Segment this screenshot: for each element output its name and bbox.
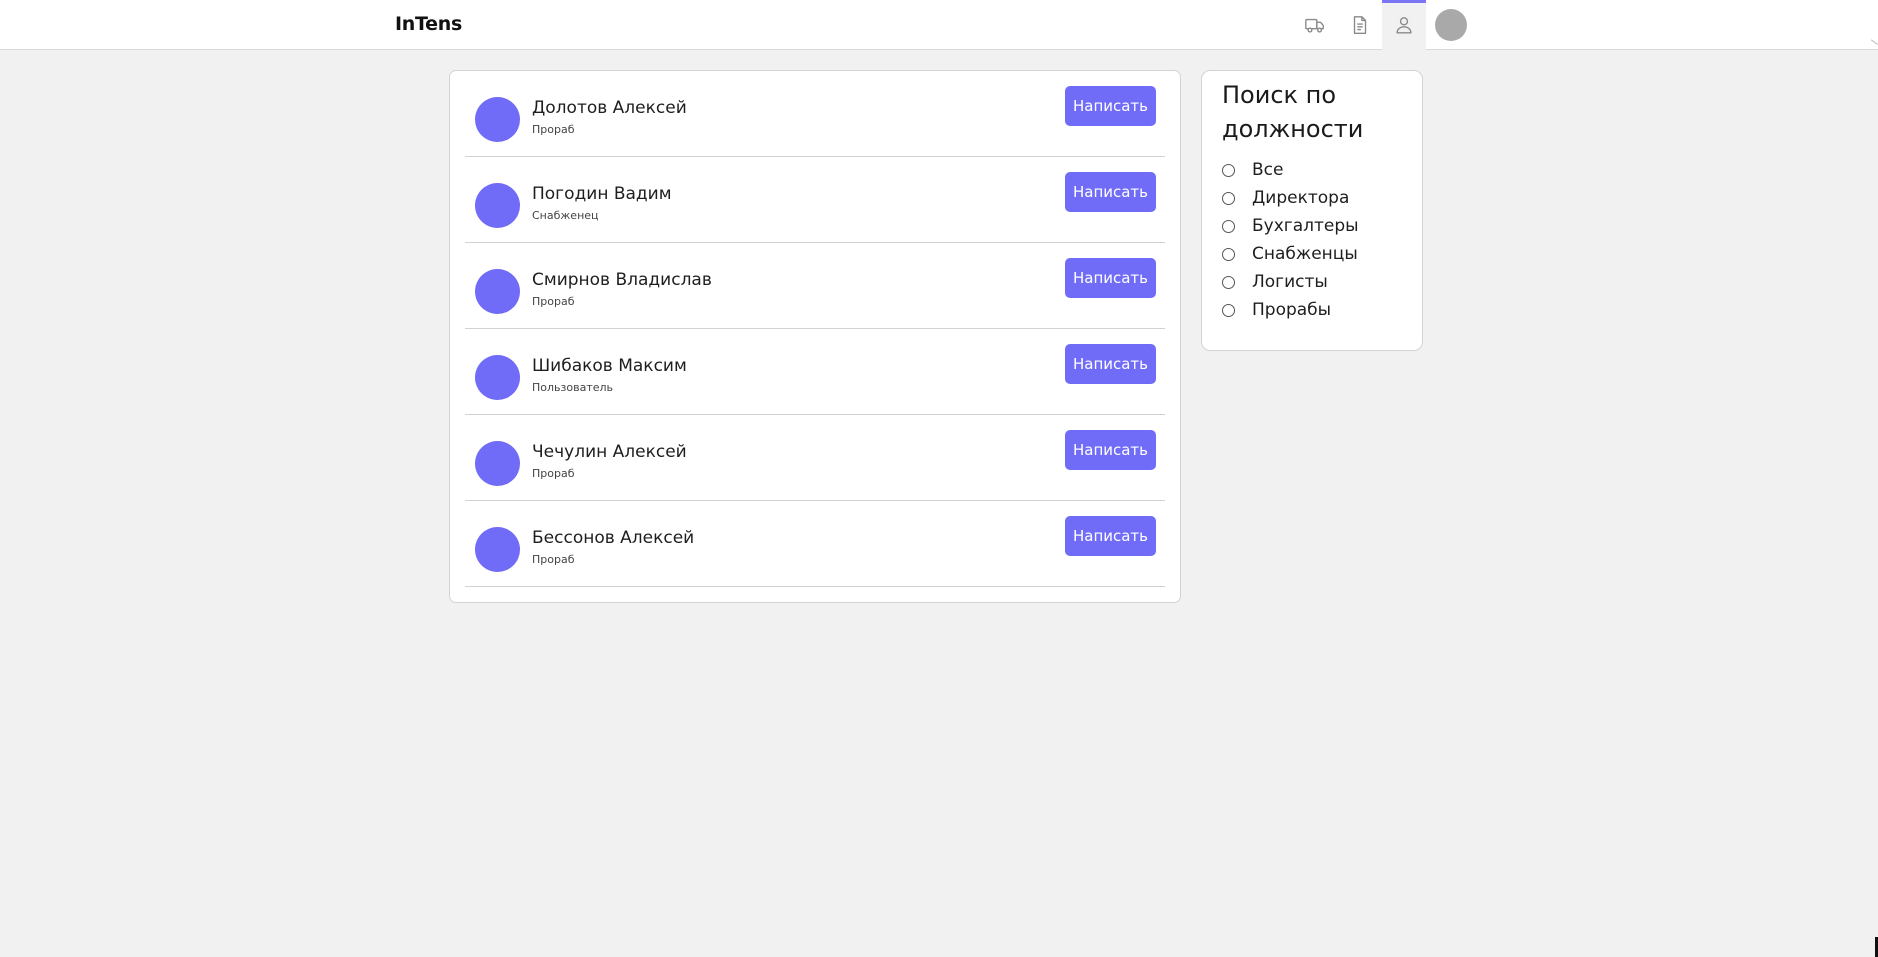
employee-avatar — [475, 97, 520, 142]
employee-list: Долотов Алексей Прораб Написать Погодин … — [449, 70, 1181, 603]
filter-option-label: Прорабы — [1252, 300, 1332, 320]
write-message-button[interactable]: Написать — [1065, 258, 1156, 298]
employee-avatar — [475, 355, 520, 400]
employee-name: Шибаков Максим — [532, 356, 687, 376]
employee-avatar — [475, 441, 520, 486]
write-message-button[interactable]: Написать — [1065, 86, 1156, 126]
filter-option-label: Бухгалтеры — [1252, 216, 1359, 236]
employee-name: Бессонов Алексей — [532, 528, 695, 548]
filter-option-label: Директора — [1252, 188, 1350, 208]
filter-option-logisticians[interactable]: Логисты — [1222, 271, 1328, 293]
employee-role: Прораб — [532, 467, 575, 480]
nav-documents[interactable] — [1338, 0, 1382, 50]
app-logo[interactable]: InTens — [395, 13, 462, 35]
position-filter-panel: Поиск по должности Все Директора Бухгалт… — [1201, 70, 1423, 351]
radio-button[interactable] — [1222, 275, 1235, 289]
employee-row: Шибаков Максим Пользователь Написать — [465, 329, 1165, 415]
radio-button[interactable] — [1222, 303, 1235, 317]
filter-option-label: Все — [1252, 160, 1284, 180]
filter-option-label: Снабженцы — [1252, 244, 1358, 264]
employee-row: Чечулин Алексей Прораб Написать — [465, 415, 1165, 501]
employee-name: Чечулин Алексей — [532, 442, 687, 462]
filter-title: Поиск по должности — [1222, 81, 1364, 143]
radio-button[interactable] — [1222, 247, 1235, 261]
employee-role: Прораб — [532, 295, 575, 308]
radio-button[interactable] — [1222, 163, 1235, 177]
employee-row: Долотов Алексей Прораб Написать — [465, 71, 1165, 157]
write-message-button[interactable]: Написать — [1065, 430, 1156, 470]
truck-icon — [1305, 18, 1324, 33]
radio-button[interactable] — [1222, 219, 1235, 233]
filter-option-all[interactable]: Все — [1222, 159, 1283, 181]
employee-name: Смирнов Владислав — [532, 270, 712, 290]
employee-row: Бессонов Алексей Прораб Написать — [465, 501, 1165, 587]
employee-avatar — [475, 269, 520, 314]
employee-name: Долотов Алексей — [532, 98, 687, 118]
user-avatar[interactable] — [1435, 9, 1467, 41]
employee-avatar — [475, 183, 520, 228]
write-message-button[interactable]: Написать — [1065, 172, 1156, 212]
filter-option-suppliers[interactable]: Снабженцы — [1222, 243, 1358, 265]
nav-deliveries[interactable] — [1293, 0, 1337, 50]
employee-name: Погодин Вадим — [532, 184, 672, 204]
user-icon — [1396, 17, 1412, 34]
radio-button[interactable] — [1222, 191, 1235, 205]
employee-role: Снабженец — [532, 209, 599, 222]
filter-option-label: Логисты — [1252, 272, 1328, 292]
employee-row: Смирнов Владислав Прораб Написать — [465, 243, 1165, 329]
write-message-button[interactable]: Написать — [1065, 344, 1156, 384]
employee-row: Погодин Вадим Снабженец Написать — [465, 157, 1165, 243]
filter-option-accountants[interactable]: Бухгалтеры — [1222, 215, 1359, 237]
employee-role: Прораб — [532, 123, 575, 136]
filter-option-directors[interactable]: Директора — [1222, 187, 1349, 209]
document-icon — [1353, 16, 1367, 34]
employee-role: Прораб — [532, 553, 575, 566]
employee-avatar — [475, 527, 520, 572]
filter-option-foremen[interactable]: Прорабы — [1222, 299, 1331, 321]
employee-role: Пользователь — [532, 381, 614, 394]
write-message-button[interactable]: Написать — [1065, 516, 1156, 556]
nav-users[interactable] — [1382, 0, 1426, 50]
top-navbar: InTens — [0, 0, 1878, 50]
